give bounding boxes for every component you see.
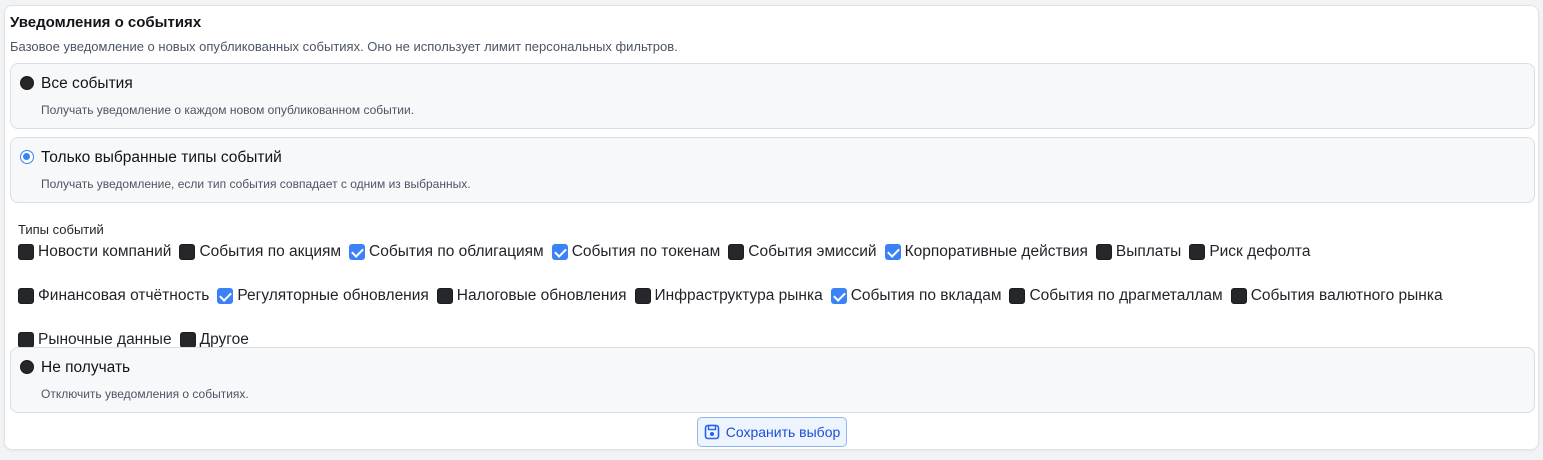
checkbox-checked[interactable] bbox=[884, 244, 901, 260]
event-type-checkbox-item[interactable]: События эмиссий bbox=[728, 242, 877, 262]
event-type-label: Инфраструктура рынка bbox=[654, 287, 823, 304]
checkbox-unchecked[interactable] bbox=[1009, 288, 1026, 304]
checkbox-checked[interactable] bbox=[349, 244, 366, 260]
event-type-label: События по драгметаллам bbox=[1029, 287, 1223, 304]
option-none[interactable]: Не получать Отключить уведомления о собы… bbox=[10, 347, 1535, 413]
event-type-label: События эмиссий bbox=[748, 243, 877, 260]
event-type-label: Новости компаний bbox=[38, 243, 172, 260]
event-type-checkbox-item[interactable]: Инфраструктура рынка bbox=[634, 286, 823, 306]
option-selected-types[interactable]: Только выбранные типы событий Получать у… bbox=[10, 137, 1535, 203]
event-type-label: Корпоративные действия bbox=[904, 243, 1088, 260]
event-type-label: События по облигациям bbox=[369, 243, 544, 260]
option-none-hint: Отключить уведомления о событиях. bbox=[41, 387, 249, 401]
save-selection-button[interactable]: Сохранить выбор bbox=[697, 417, 847, 447]
checkbox-unchecked[interactable] bbox=[436, 288, 453, 304]
option-all-events-label: Все события bbox=[41, 75, 133, 92]
event-type-label: События по вкладам bbox=[850, 287, 1002, 304]
event-type-checkbox-item[interactable]: События по драгметаллам bbox=[1009, 286, 1223, 306]
radio-selected-types[interactable] bbox=[20, 150, 34, 164]
event-type-checkbox-item[interactable]: События по акциям bbox=[179, 242, 341, 262]
event-type-label: События по акциям bbox=[199, 243, 342, 260]
checkbox-checked[interactable] bbox=[830, 288, 847, 304]
event-type-checkbox-item[interactable]: Регуляторные обновления bbox=[217, 286, 429, 306]
checkbox-checked[interactable] bbox=[551, 244, 568, 260]
event-type-checkbox-item[interactable]: Налоговые обновления bbox=[436, 286, 627, 306]
event-types-list: Новости компаний События по акциям События… bbox=[18, 242, 1528, 350]
option-none-label: Не получать bbox=[41, 359, 131, 376]
event-type-checkbox-item[interactable]: Финансовая отчётность bbox=[18, 286, 209, 306]
event-type-label: Регуляторные обновления bbox=[237, 287, 429, 304]
checkbox-unchecked[interactable] bbox=[1095, 244, 1112, 260]
checkbox-unchecked[interactable] bbox=[1230, 288, 1247, 304]
option-all-events[interactable]: Все события Получать уведомление о каждо… bbox=[10, 63, 1535, 129]
checkbox-unchecked[interactable] bbox=[18, 288, 34, 304]
event-type-label: События по токенам bbox=[571, 243, 721, 260]
event-type-checkbox-item[interactable]: События по токенам bbox=[551, 242, 721, 262]
option-selected-types-label: Только выбранные типы событий bbox=[41, 149, 282, 166]
checkbox-unchecked[interactable] bbox=[634, 288, 651, 304]
checkbox-unchecked[interactable] bbox=[1189, 244, 1206, 260]
checkbox-unchecked[interactable] bbox=[179, 244, 196, 260]
radio-all-events[interactable] bbox=[20, 76, 34, 90]
checkbox-unchecked[interactable] bbox=[728, 244, 745, 260]
event-type-checkbox-item[interactable]: Корпоративные действия bbox=[884, 242, 1088, 262]
event-type-checkbox-item[interactable]: События по облигациям bbox=[349, 242, 544, 262]
event-type-label: Риск дефолта bbox=[1209, 243, 1311, 260]
event-type-checkbox-item[interactable]: События валютного рынка bbox=[1230, 286, 1443, 306]
checkbox-unchecked[interactable] bbox=[18, 332, 34, 348]
event-type-checkbox-item[interactable]: Новости компаний bbox=[18, 242, 171, 262]
save-selection-label: Сохранить выбор bbox=[725, 424, 841, 440]
radio-none[interactable] bbox=[20, 360, 34, 374]
option-all-events-hint: Получать уведомление о каждом новом опуб… bbox=[41, 103, 415, 117]
card-title: Уведомления о событиях bbox=[10, 14, 202, 31]
option-selected-types-hint: Получать уведомление, если тип события с… bbox=[41, 177, 471, 191]
event-type-label: События валютного рынка bbox=[1250, 287, 1443, 304]
event-type-label: Финансовая отчётность bbox=[38, 287, 210, 304]
event-type-checkbox-item[interactable]: Выплаты bbox=[1095, 242, 1182, 262]
checkbox-checked[interactable] bbox=[217, 288, 234, 304]
checkbox-unchecked[interactable] bbox=[179, 332, 196, 348]
event-types-title: Типы событий bbox=[18, 222, 104, 237]
event-type-checkbox-item[interactable]: Риск дефолта bbox=[1189, 242, 1310, 262]
event-type-label: Налоговые обновления bbox=[456, 287, 627, 304]
event-type-checkbox-item[interactable]: События по вкладам bbox=[830, 286, 1002, 306]
event-notifications-card: Уведомления о событиях Базовое уведомлен… bbox=[4, 5, 1539, 450]
save-icon bbox=[704, 424, 720, 440]
event-type-label: Выплаты bbox=[1115, 243, 1182, 260]
checkbox-unchecked[interactable] bbox=[18, 244, 34, 260]
card-description: Базовое уведомление о новых опубликованн… bbox=[10, 39, 678, 54]
